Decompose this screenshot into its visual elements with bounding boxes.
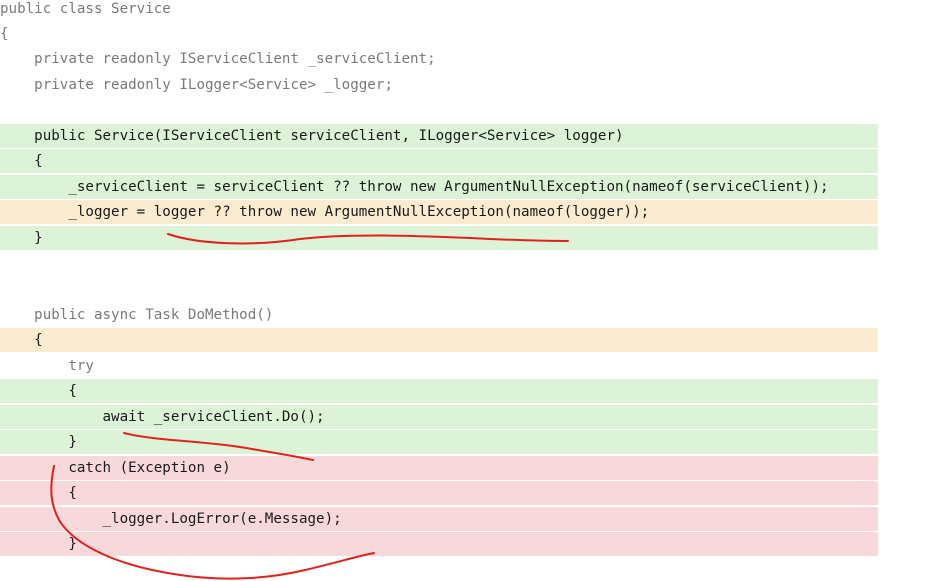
code-line-covered: _serviceClient = serviceClient ?? throw …: [0, 175, 878, 199]
code-line: public async Task DoMethod(): [0, 307, 274, 323]
code-line-covered: await _serviceClient.Do();: [0, 405, 878, 429]
code-line: private readonly ILogger<Service> _logge…: [0, 77, 393, 93]
code-line: public class Service: [0, 1, 171, 17]
code-line-covered: public Service(IServiceClient serviceCli…: [0, 124, 878, 148]
code-line-partial: {: [0, 328, 878, 352]
code-line-partial: _logger = logger ?? throw new ArgumentNu…: [0, 200, 878, 224]
code-line-uncovered: _logger.LogError(e.Message);: [0, 507, 878, 531]
code-coverage-view: public class Service { private readonly …: [0, 0, 929, 581]
code-line-covered: {: [0, 379, 878, 403]
code-line-covered: }: [0, 430, 878, 454]
code-line: try: [0, 358, 94, 374]
code-line-covered: }: [0, 226, 878, 250]
code-line-uncovered: catch (Exception e): [0, 456, 878, 480]
code-line-covered: {: [0, 149, 878, 173]
code-line-uncovered: {: [0, 481, 878, 505]
code-line-uncovered: }: [0, 532, 878, 556]
code-line: {: [0, 26, 9, 42]
code-line: private readonly IServiceClient _service…: [0, 51, 436, 67]
